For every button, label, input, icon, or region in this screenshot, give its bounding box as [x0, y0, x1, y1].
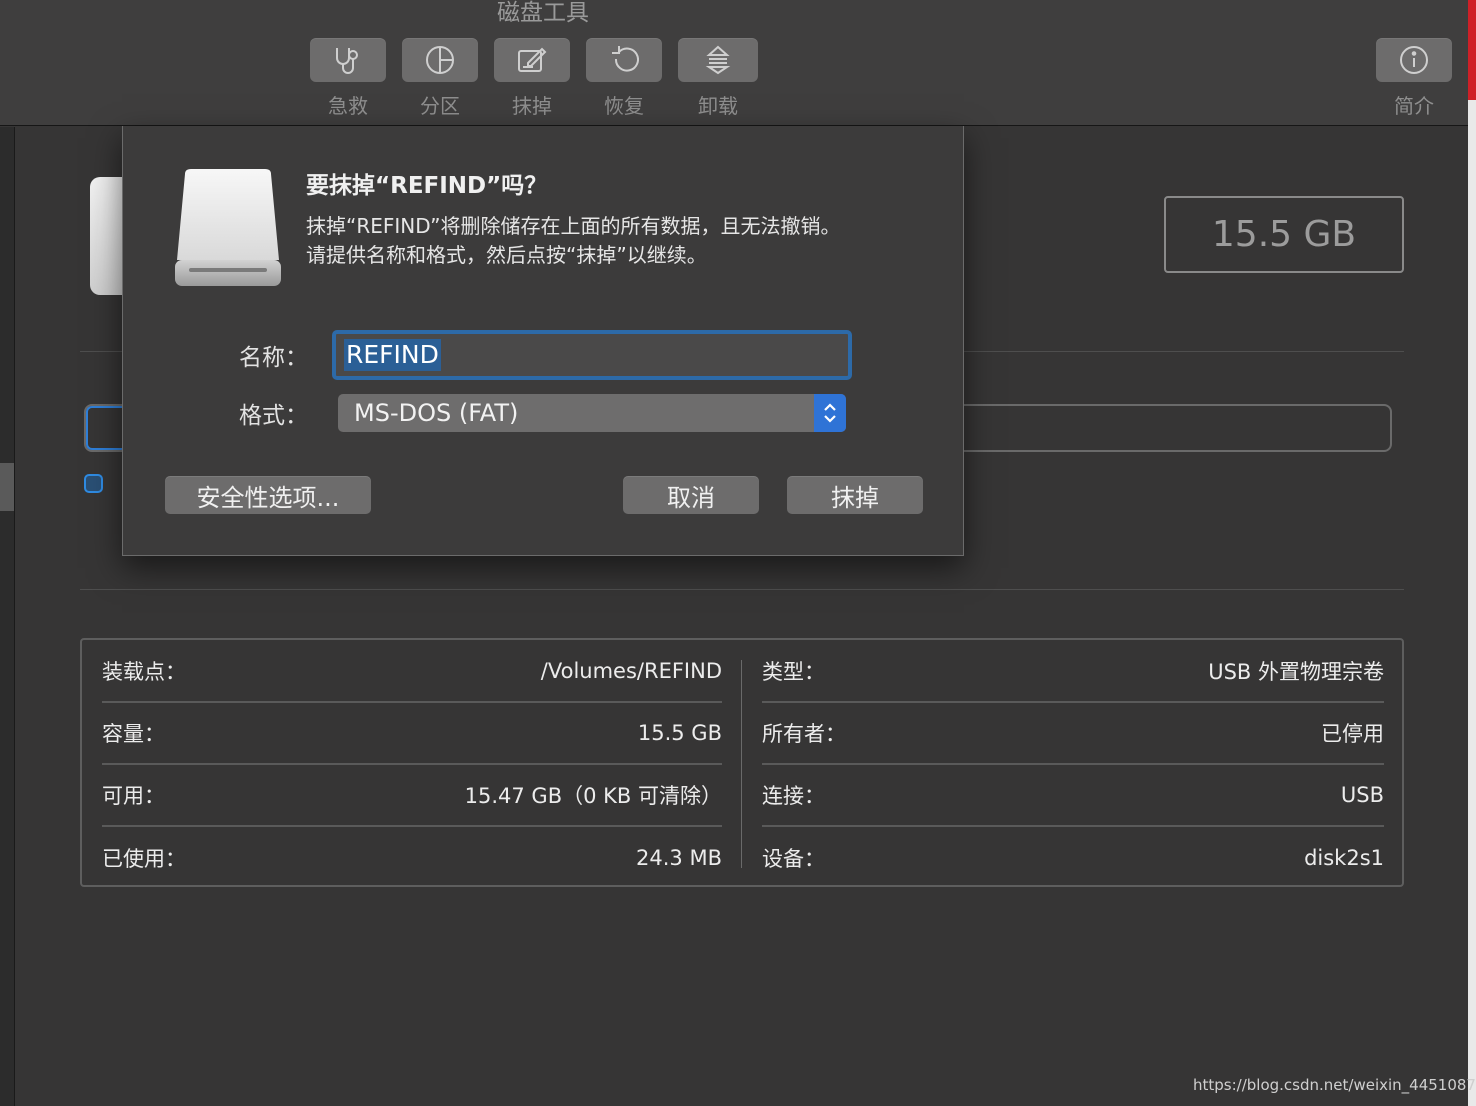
info-value: USB: [1340, 783, 1384, 807]
cancel-button[interactable]: 取消: [623, 476, 759, 514]
info-key: 容量：: [102, 722, 165, 746]
info-row-connection: 连接： USB: [762, 765, 1384, 827]
info-value: 已停用: [1321, 722, 1384, 746]
dialog-message-line: 请提供名称和格式，然后点按“抹掉”以继续。: [306, 243, 707, 267]
toolbar-restore[interactable]: 恢复: [586, 38, 662, 119]
erase-dialog: 要抹掉“REFIND”吗？ 抹掉“REFIND”将删除储存在上面的所有数据，且无…: [122, 126, 964, 556]
info-row-type: 类型： USB 外置物理宗卷: [762, 641, 1384, 703]
background-window-edge: [1468, 0, 1476, 1106]
window-title: 磁盘工具: [497, 0, 589, 26]
info-value: 24.3 MB: [636, 846, 722, 870]
toolbar-partition[interactable]: 分区: [402, 38, 478, 119]
pie-partition-icon: [426, 46, 454, 74]
restore-label: 恢复: [604, 94, 644, 118]
legend-used-swatch: [84, 474, 103, 493]
info-label: 简介: [1394, 94, 1434, 118]
volume-info-table: 装载点： /Volumes/REFIND 容量： 15.5 GB 可用： 15.…: [80, 638, 1404, 887]
capacity-display: 15.5 GB: [1164, 196, 1404, 273]
toolbar-erase[interactable]: 抹掉: [494, 38, 570, 119]
dialog-message: 抹掉“REFIND”将删除储存在上面的所有数据，且无法撤销。 请提供名称和格式，…: [306, 212, 926, 270]
info-button[interactable]: [1376, 38, 1452, 82]
info-key: 连接：: [762, 784, 825, 808]
sidebar: [0, 127, 15, 1106]
info-value: disk2s1: [1304, 846, 1384, 870]
info-key: 已使用：: [102, 847, 186, 871]
info-key: 设备：: [762, 847, 825, 871]
erase-button[interactable]: 抹掉: [787, 476, 923, 514]
erase-toolbar-label: 抹掉: [512, 94, 552, 118]
info-row-available: 可用： 15.47 GB（0 KB 可清除）: [102, 765, 722, 827]
dialog-title: 要抹掉“REFIND”吗？: [306, 173, 548, 199]
chevron-up-down-icon[interactable]: [814, 394, 846, 432]
info-value: /Volumes/REFIND: [540, 659, 722, 683]
name-label: 名称：: [239, 345, 308, 371]
first-aid-label: 急救: [328, 94, 368, 118]
stethoscope-icon: [336, 48, 358, 74]
info-key: 类型：: [762, 660, 825, 684]
info-key: 装载点：: [102, 660, 186, 684]
partition-button[interactable]: [402, 38, 478, 82]
first-aid-button[interactable]: [310, 38, 386, 82]
erase-pencil-icon: [518, 47, 547, 72]
background-window-red-accent: [1468, 0, 1476, 100]
usage-used-segment: [86, 406, 126, 450]
dialog-message-line: 抹掉“REFIND”将删除储存在上面的所有数据，且无法撤销。: [306, 214, 841, 238]
info-value: 15.5 GB: [637, 721, 722, 745]
info-row-used: 已使用： 24.3 MB: [102, 827, 722, 889]
external-disk-icon: [175, 169, 281, 286]
info-row-device: 设备： disk2s1: [762, 827, 1384, 889]
format-select-value: MS-DOS (FAT): [354, 399, 519, 427]
restore-button[interactable]: [586, 38, 662, 82]
divider: [80, 589, 1404, 590]
info-row-owners: 所有者： 已停用: [762, 703, 1384, 765]
unmount-label: 卸载: [698, 94, 738, 118]
table-column-divider: [741, 660, 742, 868]
restore-arrow-icon: [612, 46, 639, 72]
name-field-value[interactable]: REFIND: [344, 339, 441, 371]
info-row-capacity: 容量： 15.5 GB: [102, 703, 722, 765]
info-key: 所有者：: [762, 722, 846, 746]
info-icon: [1400, 46, 1428, 74]
watermark-url: https://blog.csdn.net/weixin_44510877: [1193, 1076, 1476, 1094]
info-row-mount-point: 装载点： /Volumes/REFIND: [102, 641, 722, 703]
format-select[interactable]: MS-DOS (FAT): [338, 394, 846, 432]
sidebar-selected-item[interactable]: [0, 463, 14, 511]
unmount-eject-icon: [705, 45, 731, 75]
info-value: 15.47 GB（0 KB 可清除）: [464, 784, 722, 808]
toolbar: 磁盘工具 急救 分区 抹掉 恢复 卸载 简介: [0, 0, 1468, 126]
info-key: 可用：: [102, 784, 165, 808]
info-value: USB 外置物理宗卷: [1208, 660, 1384, 684]
erase-toolbar-button[interactable]: [494, 38, 570, 82]
security-options-button[interactable]: 安全性选项...: [165, 476, 371, 514]
format-label: 格式：: [239, 403, 308, 429]
toolbar-unmount[interactable]: 卸载: [678, 38, 758, 119]
toolbar-first-aid[interactable]: 急救: [310, 38, 386, 119]
partition-label: 分区: [420, 94, 460, 118]
name-field[interactable]: REFIND: [332, 330, 852, 380]
toolbar-info[interactable]: 简介: [1376, 38, 1452, 119]
unmount-button[interactable]: [678, 38, 758, 82]
